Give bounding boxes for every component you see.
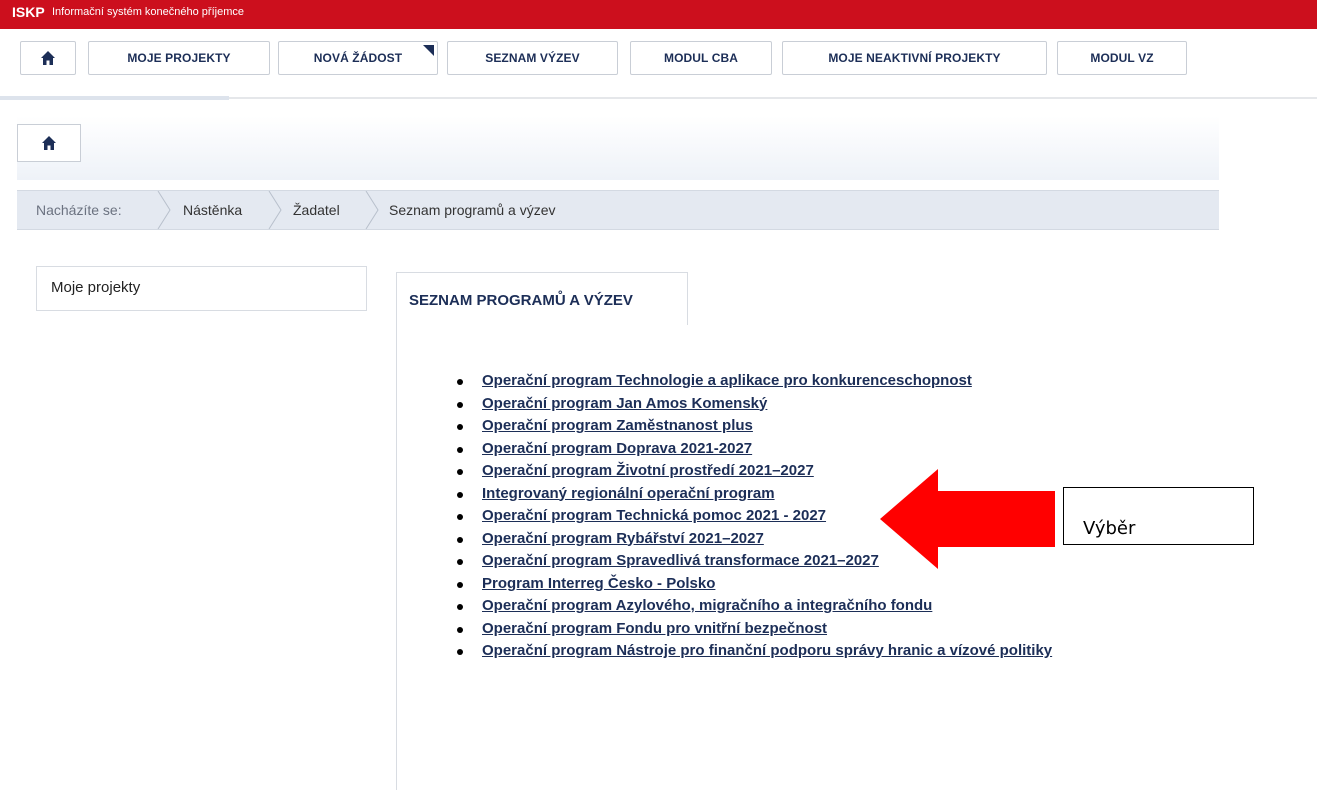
list-item: Program Interreg Česko - Polsko — [456, 573, 1052, 596]
list-item: Operační program Zaměstnanost plus — [456, 415, 1052, 438]
home-toolbar — [17, 116, 1219, 180]
sidebar-item-moje-projekty[interactable]: Moje projekty — [36, 266, 367, 311]
program-link[interactable]: Operační program Spravedlivá transformac… — [482, 552, 879, 569]
home-icon — [41, 51, 55, 65]
main-navigation: MOJE PROJEKTY NOVÁ ŽÁDOST SEZNAM VÝZEV M… — [0, 29, 1317, 99]
nav-modul-vz-button[interactable]: MODUL VZ — [1057, 41, 1187, 75]
tab-seznam-programu[interactable]: SEZNAM PROGRAMŮ A VÝZEV — [396, 272, 688, 325]
breadcrumb-item-nastenka[interactable]: Nástěnka — [183, 191, 242, 229]
list-item: Operační program Fondu pro vnitřní bezpe… — [456, 618, 1052, 641]
program-link[interactable]: Operační program Životní prostředí 2021–… — [482, 462, 814, 479]
list-item: Operační program Jan Amos Komenský — [456, 393, 1052, 416]
program-link[interactable]: Operační program Nástroje pro finanční p… — [482, 642, 1052, 659]
program-link[interactable]: Operační program Technologie a aplikace … — [482, 372, 972, 389]
home-icon — [42, 136, 56, 150]
nav-nova-zadost-button[interactable]: NOVÁ ŽÁDOST — [278, 41, 438, 75]
breadcrumb-item-zadatel[interactable]: Žadatel — [293, 191, 340, 229]
program-link[interactable]: Operační program Fondu pro vnitřní bezpe… — [482, 620, 827, 637]
nav-active-indicator — [0, 96, 229, 100]
program-link[interactable]: Program Interreg Česko - Polsko — [482, 575, 715, 592]
home-button[interactable] — [17, 124, 81, 162]
nav-neaktivni-projekty-button[interactable]: MOJE NEAKTIVNÍ PROJEKTY — [782, 41, 1047, 75]
app-subtitle: Informační systém konečného příjemce — [52, 6, 244, 18]
breadcrumb-item-current: Seznam programů a výzev — [389, 202, 556, 218]
breadcrumb-separator-icon — [365, 191, 379, 229]
program-link[interactable]: Operační program Jan Amos Komenský — [482, 395, 767, 412]
program-link[interactable]: Operační program Technická pomoc 2021 - … — [482, 507, 826, 524]
breadcrumb-separator-icon — [268, 191, 282, 229]
breadcrumb-separator-icon — [157, 191, 171, 229]
annotation-callout: Výběr — [1063, 487, 1254, 545]
app-header-strip: ISKP Informační systém konečného příjemc… — [0, 0, 1317, 29]
arrow-left-icon — [880, 469, 1055, 569]
program-link[interactable]: Operační program Zaměstnanost plus — [482, 417, 753, 434]
program-link[interactable]: Operační program Doprava 2021-2027 — [482, 440, 752, 457]
list-item: Operační program Doprava 2021-2027 — [456, 438, 1052, 461]
list-item: Operační program Technologie a aplikace … — [456, 370, 1052, 393]
program-link[interactable]: Operační program Rybářství 2021–2027 — [482, 530, 764, 547]
nav-seznam-vyzev-button[interactable]: SEZNAM VÝZEV — [447, 41, 618, 75]
list-item: Operační program Nástroje pro finanční p… — [456, 640, 1052, 663]
program-link-irop[interactable]: Integrovaný regionální operační program — [482, 485, 775, 502]
app-logo: ISKP — [12, 4, 45, 20]
program-link[interactable]: Operační program Azylového, migračního a… — [482, 597, 932, 614]
nav-home-button[interactable] — [20, 41, 76, 75]
list-item: Operační program Azylového, migračního a… — [456, 595, 1052, 618]
breadcrumb: Nacházíte se: Nástěnka Žadatel Seznam pr… — [17, 190, 1219, 230]
nav-moje-projekty-button[interactable]: MOJE PROJEKTY — [88, 41, 270, 75]
breadcrumb-prefix: Nacházíte se: — [36, 202, 122, 218]
nav-modul-cba-button[interactable]: MODUL CBA — [630, 41, 772, 75]
annotation-text: Výběr — [1083, 518, 1136, 539]
